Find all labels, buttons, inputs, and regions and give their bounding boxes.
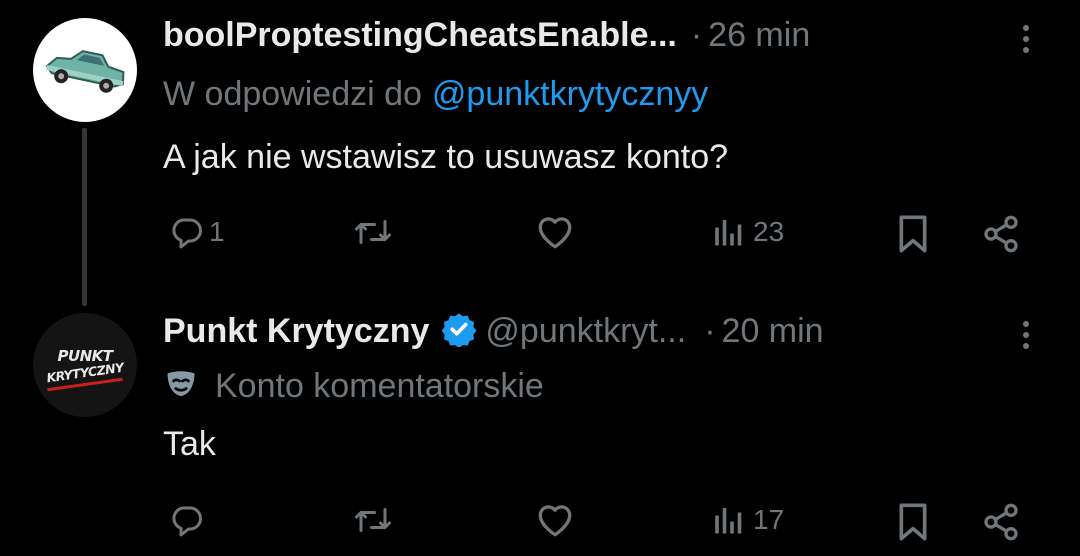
verified-badge-icon [441, 311, 477, 352]
thread-connector-line [82, 128, 87, 306]
avatar[interactable] [33, 18, 137, 122]
bookmark-icon [899, 215, 927, 253]
like-icon [538, 505, 572, 537]
author-name[interactable]: boolProptestingCheatsEnable... [163, 16, 677, 55]
action-bar: 17 [163, 502, 1033, 546]
reply-prefix: W odpowiedzi do [163, 75, 422, 113]
views-count: 23 [753, 216, 785, 247]
views-count: 17 [753, 504, 785, 535]
more-icon[interactable] [1016, 320, 1036, 356]
author-name[interactable]: Punkt Krytyczny [163, 312, 429, 351]
views-button[interactable]: 23 [711, 214, 784, 250]
reply-context: W odpowiedzi do @punktkrytycznyy [163, 75, 708, 114]
account-label: Konto komentatorskie [163, 366, 544, 407]
reply-mention-link[interactable]: @punktkrytycznyy [432, 75, 708, 114]
views-icon [715, 220, 742, 246]
reply-icon [172, 218, 202, 249]
car-avatar-image [45, 50, 125, 93]
share-button[interactable] [981, 214, 1021, 254]
bookmark-icon [899, 503, 927, 541]
reply-button[interactable]: 1 [169, 214, 225, 250]
share-icon [984, 503, 1018, 541]
bookmark-button[interactable] [895, 502, 931, 542]
reply-icon [172, 506, 202, 537]
tweet-text: A jak nie wstawisz to usuwasz konto? [163, 138, 729, 176]
separator-dot: · [690, 16, 703, 54]
views-button[interactable]: 17 [711, 502, 784, 538]
action-bar: 1 23 [163, 214, 1033, 258]
separator-dot: · [704, 312, 716, 350]
like-button[interactable] [535, 502, 575, 538]
mask-icon [163, 366, 199, 407]
tweet-text: Tak [163, 425, 216, 463]
like-icon [538, 217, 572, 249]
more-icon[interactable] [1016, 24, 1036, 60]
bookmark-button[interactable] [895, 214, 931, 254]
retweet-icon [355, 508, 391, 532]
retweet-button[interactable] [353, 502, 393, 538]
user-handle[interactable]: @punktkryt... [485, 312, 686, 351]
tweet-header: boolProptestingCheatsEnable... · 26 min [163, 16, 810, 55]
share-button[interactable] [981, 502, 1021, 542]
retweet-button[interactable] [353, 214, 393, 250]
timestamp[interactable]: 26 min [708, 16, 810, 55]
account-type-label: Konto komentatorskie [215, 367, 544, 405]
timestamp[interactable]: 20 min [722, 312, 824, 351]
views-icon [715, 508, 742, 534]
tweet-header: Punkt Krytyczny @punktkryt... · 20 min [163, 311, 824, 352]
like-button[interactable] [535, 214, 575, 250]
retweet-icon [355, 220, 391, 244]
share-icon [984, 215, 1018, 253]
avatar[interactable]: PUNKT KRYTYCZNY [33, 313, 137, 417]
reply-button[interactable] [169, 502, 209, 538]
reply-count: 1 [209, 216, 225, 247]
